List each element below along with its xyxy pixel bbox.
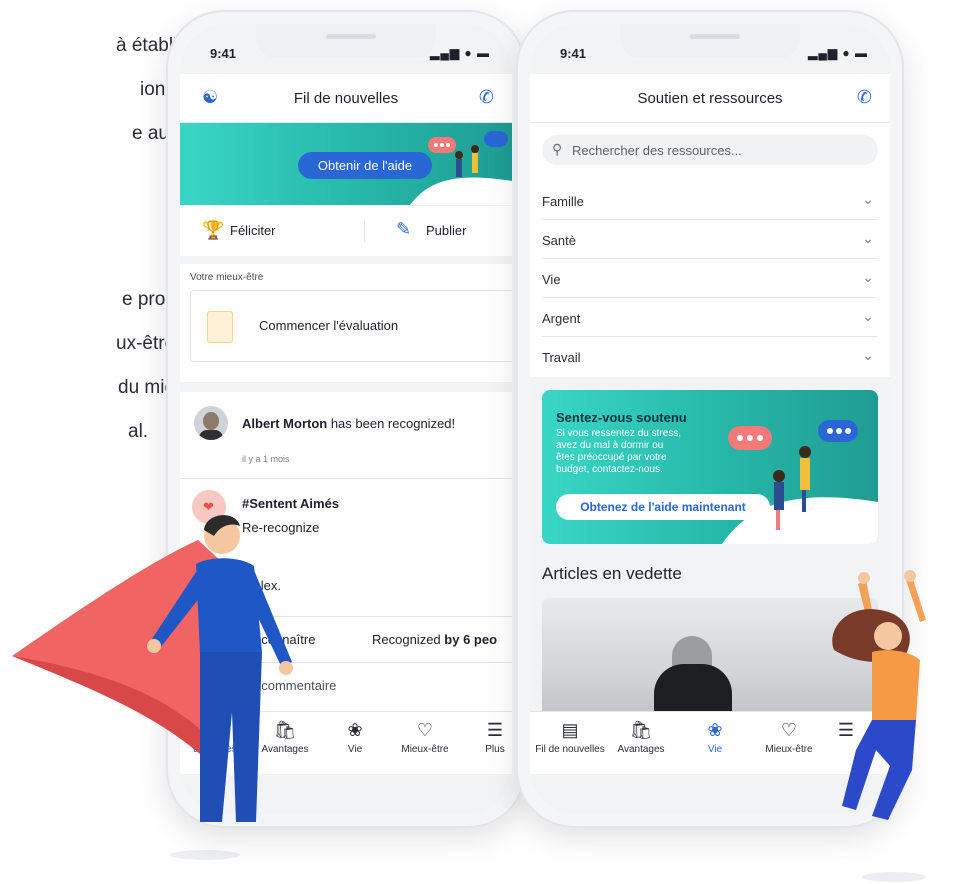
chevron-down-icon: ⌄ — [862, 191, 874, 207]
page-title: Soutien et ressources — [637, 90, 783, 107]
chevron-down-icon: ⌄ — [862, 269, 874, 285]
tab-wellness[interactable]: ♡ Mieux-être — [390, 720, 460, 755]
pencil-icon: ✎ — [396, 219, 412, 239]
status-bar: 9:41 ▂▄▆ ● ▬ — [210, 46, 490, 66]
recognized-count: Recognized by 6 peo — [372, 632, 497, 647]
tab-life[interactable]: ❀ Vie — [320, 720, 390, 755]
category-sante[interactable]: Santè ⌄ — [542, 220, 878, 259]
wellness-label: Votre mieux-être — [190, 272, 264, 283]
featured-title: Articles en vedette — [542, 564, 682, 583]
tab-benefits-label: Avantages — [617, 744, 665, 755]
superhero-illustration — [12, 515, 293, 822]
tab-wellness-label: Mieux-être — [401, 744, 449, 755]
resources-list: ⚲ Rechercher des ressources... Famille ⌄ … — [530, 123, 890, 377]
post-headline: Albert Morton has been recognized! — [242, 416, 455, 431]
ground-shadow — [862, 872, 926, 882]
get-help-button[interactable]: Obtenir de l'aide — [298, 152, 432, 179]
support-body-line: Si vous ressentez du stress, — [556, 428, 682, 439]
app-header: Soutien et ressources ✆ — [530, 74, 890, 123]
category-famille[interactable]: Famille ⌄ — [542, 181, 878, 220]
app-header: ☯ Fil de nouvelles ✆ — [180, 74, 512, 123]
category-label: Santè — [542, 233, 576, 248]
help-banner: Obtenir de l'aide — [180, 123, 512, 205]
post-time: il y a 1 mois — [242, 454, 290, 464]
menu-icon: ☰ — [486, 720, 504, 740]
ground-shadow — [170, 850, 240, 860]
status-bar: 9:41 ▂▄▆ ● ▬ — [560, 46, 868, 66]
divider — [364, 220, 365, 242]
bg-line-2: ion — [140, 79, 166, 100]
recognized-bold: by 6 peo — [444, 632, 498, 647]
divider — [180, 478, 512, 479]
tab-benefits[interactable]: 🛍 Avantages — [606, 720, 676, 755]
search-icon: ⚲ — [552, 141, 563, 157]
wellness-section: Votre mieux-être Commencer l'évaluation — [180, 264, 512, 382]
search-bar[interactable]: ⚲ Rechercher des ressources... — [542, 135, 878, 165]
category-label: Argent — [542, 311, 581, 326]
newspaper-icon: ▤ — [561, 720, 579, 740]
post-author[interactable]: Albert Morton — [242, 416, 327, 431]
chevron-down-icon: ⌄ — [862, 347, 874, 363]
tab-more-label: Plus — [485, 744, 505, 755]
category-argent[interactable]: Argent ⌄ — [542, 298, 878, 337]
tab-more[interactable]: ☰ Plus — [460, 720, 512, 755]
category-label: Vie — [542, 272, 561, 287]
get-help-now-button[interactable]: Obtenez de l'aide maintenant — [556, 494, 770, 520]
post-headline-suffix: has been recognized! — [327, 416, 456, 431]
support-body-line: êtes préoccupé par votre — [556, 452, 667, 463]
support-body: Si vous ressentez du stress, avez du mal… — [556, 428, 681, 476]
woman-illustration — [832, 570, 926, 820]
congratulate-button[interactable]: Féliciter — [230, 223, 276, 238]
action-bar: 🏆 Féliciter ✎ Publier — [180, 206, 512, 256]
chevron-down-icon: ⌄ — [862, 230, 874, 246]
support-title: Sentez-vous soutenu — [556, 410, 687, 425]
avatar — [194, 406, 228, 440]
page-title: Fil de nouvelles — [293, 90, 399, 107]
heartbeat-icon: ♡ — [780, 720, 798, 740]
support-card: Sentez-vous soutenu Si vous ressentez du… — [542, 390, 878, 544]
trophy-icon: 🏆 — [202, 220, 225, 240]
tab-feed[interactable]: ▤ Fil de nouvelles — [530, 720, 610, 755]
tab-wellness[interactable]: ♡ Mieux-être — [754, 720, 824, 755]
tab-life-label: Vie — [347, 744, 363, 755]
publish-button[interactable]: Publier — [426, 223, 466, 238]
heartbeat-icon: ♡ — [416, 720, 434, 740]
category-travail[interactable]: Travail ⌄ — [542, 337, 878, 375]
start-evaluation-label: Commencer l'évaluation — [259, 318, 399, 333]
status-icons: ▂▄▆ ● ▬ — [430, 46, 490, 60]
category-label: Famille — [542, 194, 584, 209]
chevron-down-icon: ⌄ — [862, 308, 874, 324]
status-time: 9:41 — [210, 46, 237, 61]
leaf-icon: ❀ — [347, 720, 363, 740]
phone-icon[interactable]: ✆ — [479, 87, 494, 108]
category-vie[interactable]: Vie ⌄ — [542, 259, 878, 298]
leaf-icon: ❀ — [707, 720, 723, 740]
recognized-prefix: Recognized — [372, 632, 445, 647]
tab-wellness-label: Mieux-être — [765, 744, 813, 755]
status-icons: ▂▄▆ ● ▬ — [808, 46, 868, 60]
tab-life[interactable]: ❀ Vie — [680, 720, 750, 755]
start-evaluation-card[interactable]: Commencer l'évaluation — [190, 290, 512, 362]
bag-icon: 🛍 — [629, 720, 653, 740]
search-input[interactable]: Rechercher des ressources... — [572, 143, 742, 158]
tab-feed-label: Fil de nouvelles — [535, 744, 605, 755]
status-time: 9:41 — [560, 46, 587, 61]
clipboard-icon — [207, 311, 233, 343]
support-body-line: avez du mal à dormir ou — [556, 440, 664, 451]
category-label: Travail — [542, 350, 581, 365]
phone-icon[interactable]: ✆ — [857, 87, 872, 108]
support-body-line: budget, contactez-nous. — [556, 464, 663, 475]
bg-line-7: al. — [128, 421, 149, 442]
tab-life-label: Vie — [707, 744, 723, 755]
